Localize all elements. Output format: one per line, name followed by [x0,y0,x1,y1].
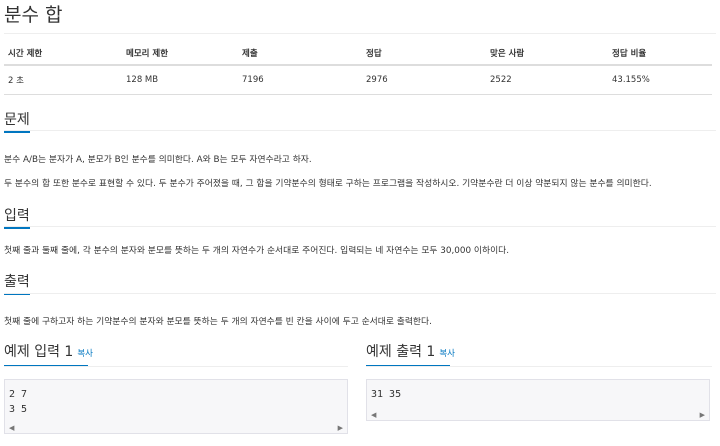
time-limit-header: 시간 제한 [4,42,122,66]
time-limit-value: 2 초 [4,65,122,95]
accepted-value: 2976 [362,65,486,95]
heading-underline [4,131,30,133]
accepted-header: 정답 [362,42,486,66]
horizontal-scrollbar[interactable]: ◀ ▶ [5,423,347,433]
sample-output-content: 31 35 [371,389,402,400]
description-line-2: 두 분수의 합 또한 분수로 표현할 수 있다. 두 분수가 주어졌을 때, 그… [4,179,652,189]
copy-sample-input-button[interactable]: 복사 [77,349,93,359]
heading-underline [4,227,30,229]
horizontal-scrollbar[interactable]: ◀ ▶ [367,410,709,420]
section-divider [4,130,716,131]
triangle-right-icon[interactable]: ▶ [700,410,705,420]
submissions-header: 제출 [238,42,362,66]
info-value-row: 2 초 128 MB 7196 2976 2522 43.155% [4,65,712,95]
sample-input-heading-text: 예제 입력 1 [4,344,74,360]
accept-rate-header: 정답 비율 [608,42,712,66]
output-heading: 출력 [4,271,30,295]
section-divider [366,366,712,367]
description-heading: 문제 [4,109,30,133]
info-header-row: 시간 제한 메모리 제한 제출 정답 맞은 사람 정답 비율 [4,42,712,66]
triangle-left-icon[interactable]: ◀ [9,423,14,433]
sample-output-heading-text: 예제 출력 1 [366,344,436,360]
memory-limit-value: 128 MB [122,65,238,95]
sample-output-box[interactable]: 31 35 ◀ ▶ [366,379,710,421]
sample-input-content: 2 7 3 5 [9,389,28,415]
problem-info-table: 시간 제한 메모리 제한 제출 정답 맞은 사람 정답 비율 2 초 128 M… [4,42,712,95]
output-text: 첫째 줄에 구하고자 하는 기약분수의 분자와 분모를 뜻하는 두 개의 자연수… [4,317,432,327]
solved-users-header: 맞은 사람 [486,42,608,66]
sample-output-heading: 예제 출력 1 복사 [366,341,455,367]
description-line-1: 분수 A/B는 분자가 A, 분모가 B인 분수를 의미한다. A와 B는 모두… [4,155,312,165]
sample-input-heading: 예제 입력 1 복사 [4,341,93,367]
sample-input-box[interactable]: 2 7 3 5 ◀ ▶ [4,379,348,434]
section-divider [4,366,348,367]
triangle-left-icon[interactable]: ◀ [371,410,376,420]
solved-users-value: 2522 [486,65,608,95]
memory-limit-header: 메모리 제한 [122,42,238,66]
page-title: 분수 합 [4,4,63,26]
triangle-right-icon[interactable]: ▶ [338,423,343,433]
submissions-value: 7196 [238,65,362,95]
output-heading-text: 출력 [4,274,30,290]
input-text: 첫째 줄과 둘째 줄에, 각 분수의 분자와 분모를 뜻하는 두 개의 자연수가… [4,246,510,256]
section-divider [4,293,716,294]
description-heading-text: 문제 [4,112,30,128]
copy-sample-output-button[interactable]: 복사 [439,349,455,359]
input-heading: 입력 [4,205,30,229]
accept-rate-value: 43.155% [608,65,712,95]
section-divider [4,226,716,227]
input-heading-text: 입력 [4,208,30,224]
title-divider [4,33,716,34]
